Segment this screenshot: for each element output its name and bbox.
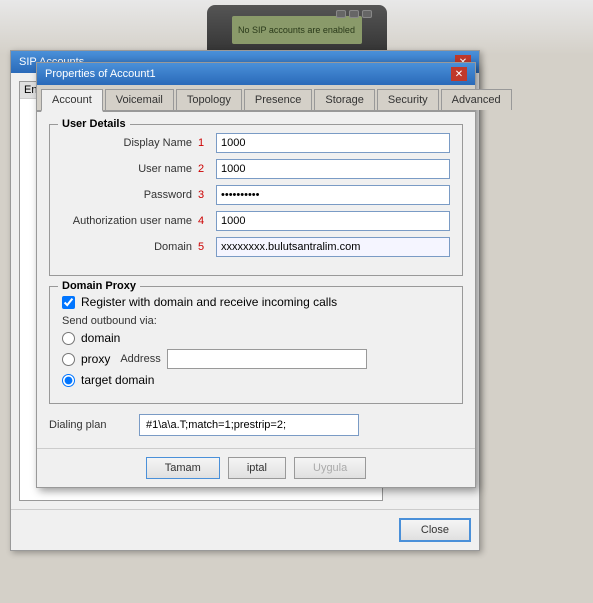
user-details-legend: User Details — [58, 118, 130, 130]
auth-username-number: 4 — [198, 215, 210, 227]
phone-btn-1 — [336, 10, 346, 18]
radio-proxy[interactable] — [62, 353, 75, 366]
tab-topology[interactable]: Topology — [176, 89, 242, 110]
phone-btn-3 — [362, 10, 372, 18]
password-input[interactable] — [216, 185, 450, 205]
auth-username-input[interactable] — [216, 211, 450, 231]
radio-proxy-label: proxy — [81, 352, 110, 366]
tab-storage[interactable]: Storage — [314, 89, 375, 110]
domain-number: 5 — [198, 241, 210, 253]
user-details-section: User Details Display Name 1 User name 2 … — [49, 124, 463, 276]
tabs-bar: Account Voicemail Topology Presence Stor… — [37, 85, 475, 112]
radio-domain-row: domain — [62, 331, 450, 345]
cancel-button[interactable]: iptal — [228, 457, 286, 479]
ok-button[interactable]: Tamam — [146, 457, 220, 479]
password-row: Password 3 — [62, 185, 450, 205]
tab-security[interactable]: Security — [377, 89, 439, 110]
display-name-number: 1 — [198, 137, 210, 149]
display-name-label: Display Name — [62, 137, 192, 149]
address-label: Address — [120, 353, 160, 365]
radio-domain-label: domain — [81, 331, 120, 345]
radio-domain[interactable] — [62, 332, 75, 345]
properties-close-button[interactable]: ✕ — [451, 67, 467, 81]
password-number: 3 — [198, 189, 210, 201]
properties-dialog: Properties of Account1 ✕ Account Voicema… — [36, 62, 476, 488]
dialing-plan-row: Dialing plan — [49, 414, 463, 436]
properties-title: Properties of Account1 — [45, 68, 156, 80]
username-label: User name — [62, 163, 192, 175]
domain-row: Domain 5 — [62, 237, 450, 257]
username-input[interactable] — [216, 159, 450, 179]
apply-button[interactable]: Uygula — [294, 457, 366, 479]
register-label: Register with domain and receive incomin… — [81, 295, 337, 309]
proxy-address-input[interactable] — [167, 349, 367, 369]
phone-btn-2 — [349, 10, 359, 18]
radio-target-domain[interactable] — [62, 374, 75, 387]
tab-account[interactable]: Account — [41, 89, 103, 112]
phone-screen: No SIP accounts are enabled — [232, 16, 362, 44]
domain-input[interactable] — [216, 237, 450, 257]
auth-username-row: Authorization user name 4 — [62, 211, 450, 231]
send-outbound-label: Send outbound via: — [62, 315, 450, 327]
sip-accounts-footer: Close — [11, 509, 479, 550]
properties-titlebar: Properties of Account1 ✕ — [37, 63, 475, 85]
radio-proxy-row: proxy Address — [62, 349, 450, 369]
dialing-plan-label: Dialing plan — [49, 419, 129, 431]
username-row: User name 2 — [62, 159, 450, 179]
close-button[interactable]: Close — [399, 518, 471, 542]
phone-area: No SIP accounts are enabled — [0, 0, 593, 55]
radio-group: domain proxy Address target domain — [62, 331, 450, 387]
display-name-input[interactable] — [216, 133, 450, 153]
password-label: Password — [62, 189, 192, 201]
tab-voicemail[interactable]: Voicemail — [105, 89, 174, 110]
phone-device: No SIP accounts are enabled — [207, 5, 387, 55]
tab-advanced[interactable]: Advanced — [441, 89, 512, 110]
domain-proxy-legend: Domain Proxy — [58, 280, 140, 292]
tab-content: User Details Display Name 1 User name 2 … — [37, 112, 475, 448]
tab-presence[interactable]: Presence — [244, 89, 312, 110]
radio-target-domain-row: target domain — [62, 373, 450, 387]
domain-proxy-section: Domain Proxy Register with domain and re… — [49, 286, 463, 404]
radio-target-domain-label: target domain — [81, 373, 154, 387]
register-checkbox[interactable] — [62, 296, 75, 309]
register-checkbox-row: Register with domain and receive incomin… — [62, 295, 450, 309]
auth-username-label: Authorization user name — [62, 215, 192, 227]
username-number: 2 — [198, 163, 210, 175]
dialing-plan-input[interactable] — [139, 414, 359, 436]
phone-buttons — [336, 10, 372, 18]
display-name-row: Display Name 1 — [62, 133, 450, 153]
domain-label: Domain — [62, 241, 192, 253]
dialog-footer: Tamam iptal Uygula — [37, 448, 475, 487]
